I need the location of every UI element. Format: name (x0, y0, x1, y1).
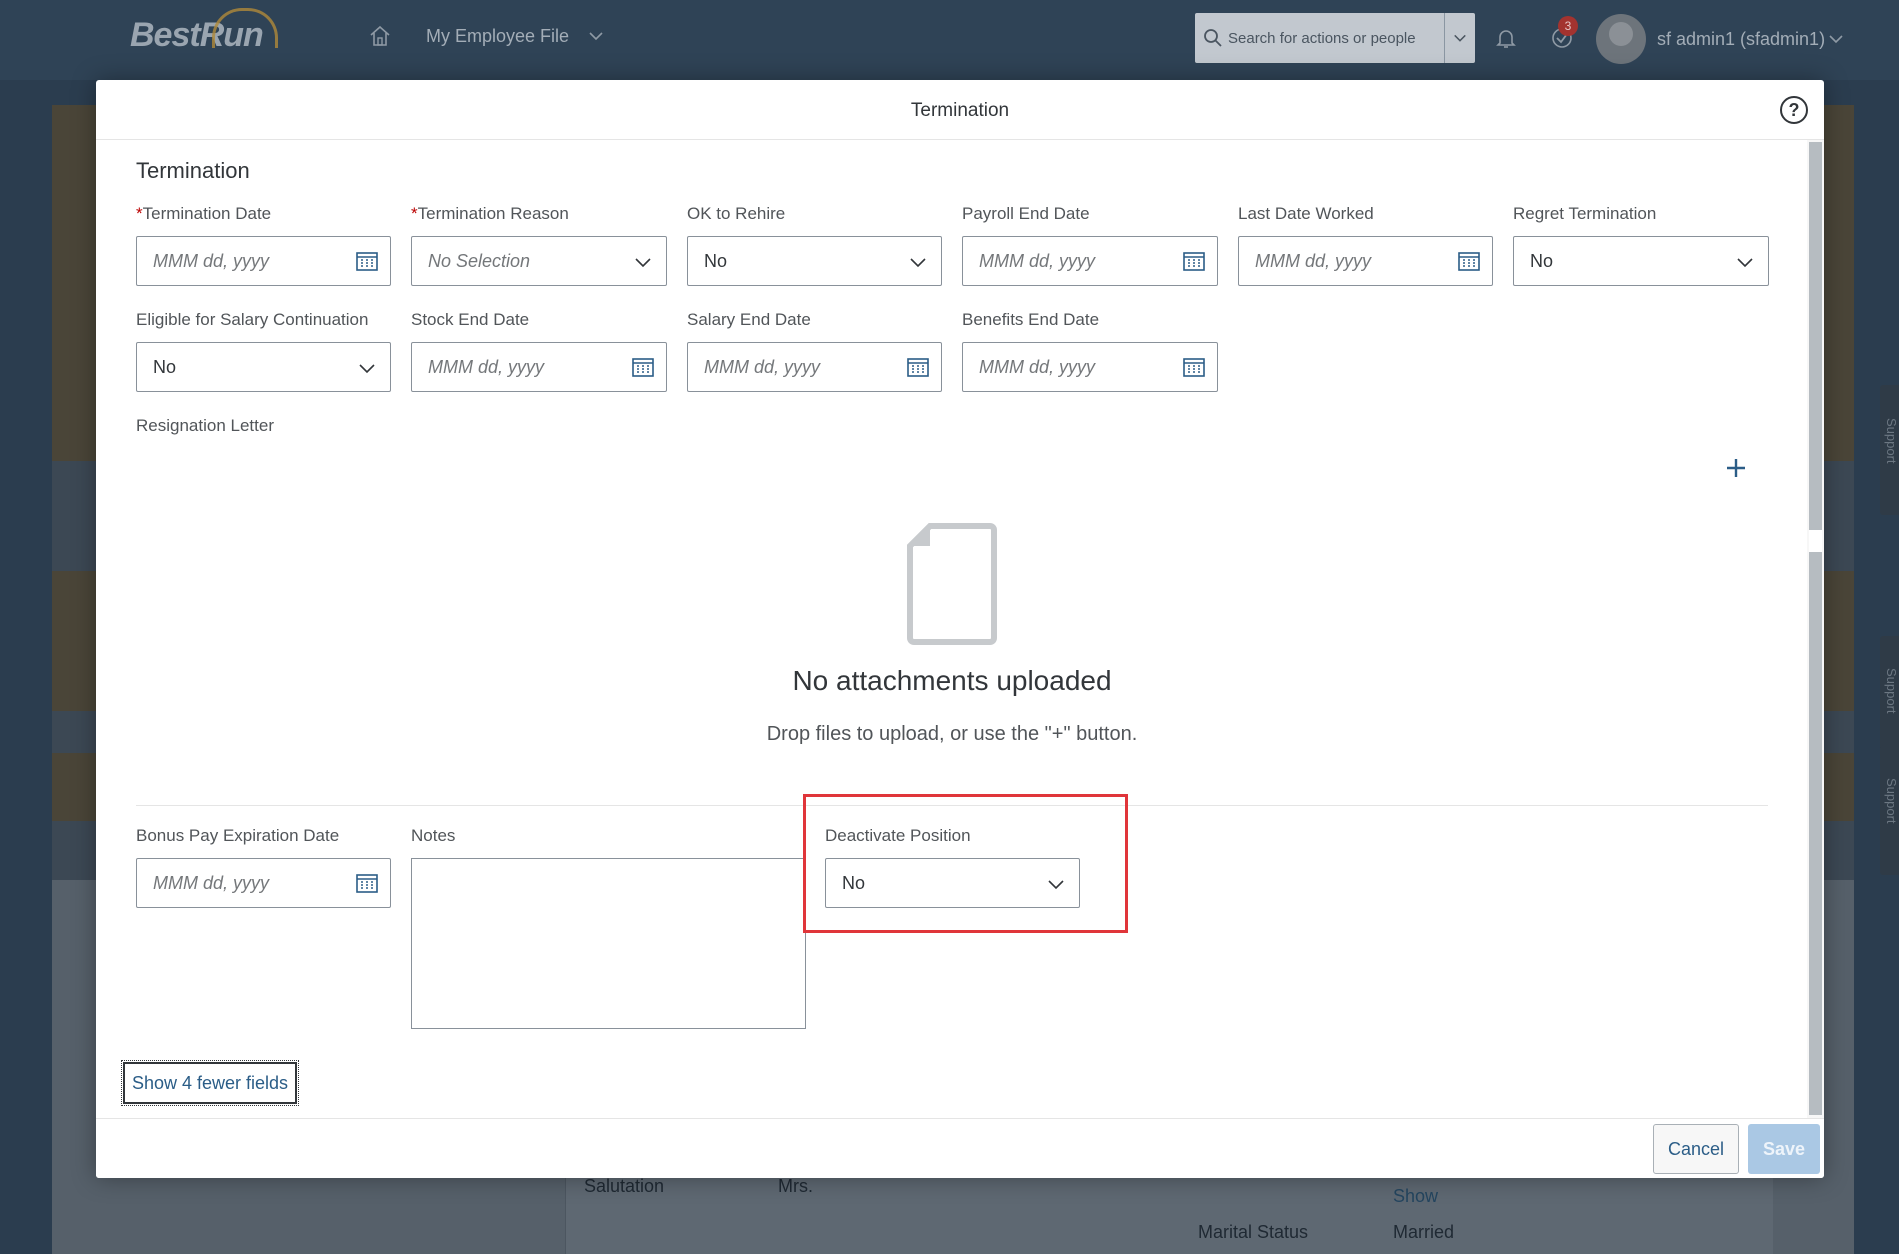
user-menu[interactable]: sf admin1 (sfadmin1) (1657, 29, 1825, 50)
benefits-end-date-field[interactable]: MMM dd, yyyy (962, 342, 1218, 392)
search-placeholder: Search for actions or people (1228, 30, 1416, 47)
calendar-icon[interactable] (1458, 251, 1480, 271)
chevron-down-icon (1454, 34, 1466, 42)
ok-to-rehire-label: OK to Rehire (687, 204, 786, 223)
ok-to-rehire-select[interactable]: No (687, 236, 942, 286)
termination-reason-select[interactable]: No Selection (411, 236, 667, 286)
help-button[interactable]: ? (1780, 96, 1808, 124)
nav-title-dropdown[interactable]: My Employee File (426, 26, 569, 47)
termination-date-label-text: Termination Date (142, 204, 272, 223)
calendar-icon[interactable] (632, 357, 654, 377)
ok-to-rehire-value: No (704, 251, 728, 271)
bonus-pay-expiration-date-label: Bonus Pay Expiration Date (136, 826, 340, 845)
scrollbar-thumb[interactable] (1809, 142, 1822, 1115)
shell-header: BestRun My Employee File Search for acti… (0, 0, 1899, 80)
no-attachments-title: No attachments uploaded (792, 665, 1112, 696)
calendar-icon[interactable] (1183, 251, 1205, 271)
chevron-down-icon[interactable] (358, 359, 376, 377)
benefits-end-date-placeholder: MMM dd, yyyy (979, 357, 1096, 377)
termination-date-placeholder: MMM dd, yyyy (153, 251, 270, 271)
salutation-value: Mrs. (778, 1176, 813, 1196)
eligible-salary-continuation-select[interactable]: No (136, 342, 391, 392)
termination-reason-value: No Selection (428, 251, 531, 271)
salutation-label: Salutation (584, 1176, 665, 1196)
section-title: Termination (136, 158, 250, 183)
dialog-footer (96, 1118, 1824, 1178)
show-fewer-fields-button[interactable]: Show 4 fewer fields (121, 1060, 299, 1106)
bonus-pay-expiration-date-field[interactable]: MMM dd, yyyy (136, 858, 391, 908)
search-scope-dropdown[interactable] (1444, 13, 1475, 63)
required-marker: * (136, 204, 143, 223)
marital-status-value: Married (1393, 1222, 1455, 1242)
termination-date-field[interactable]: MMM dd, yyyy (136, 236, 391, 286)
deactivate-position-select[interactable]: No (825, 858, 1080, 908)
home-icon[interactable] (368, 24, 392, 48)
chevron-down-icon[interactable] (1736, 253, 1754, 271)
eligible-salary-continuation-value: No (153, 357, 177, 377)
dialog-title: Termination (910, 100, 1010, 121)
salary-end-date-placeholder: MMM dd, yyyy (704, 357, 821, 377)
termination-date-label: *Termination Date (136, 204, 271, 224)
resignation-letter-label: Resignation Letter (136, 416, 274, 435)
calendar-icon[interactable] (356, 251, 378, 271)
termination-reason-label: *Termination Reason (411, 204, 569, 224)
stock-end-date-placeholder: MMM dd, yyyy (428, 357, 545, 377)
last-date-worked-placeholder: MMM dd, yyyy (1255, 251, 1372, 271)
deactivate-position-label: Deactivate Position (825, 826, 971, 845)
add-attachment-button[interactable] (1720, 452, 1752, 484)
save-button[interactable]: Save (1748, 1124, 1820, 1174)
chevron-down-icon[interactable] (588, 28, 604, 44)
chevron-down-icon[interactable] (634, 253, 652, 271)
support-tab-label: Support (1884, 778, 1899, 824)
last-date-worked-field[interactable]: MMM dd, yyyy (1238, 236, 1493, 286)
payroll-end-date-placeholder: MMM dd, yyyy (979, 251, 1096, 271)
calendar-icon[interactable] (1183, 357, 1205, 377)
scrollbar-gap (1809, 530, 1822, 552)
support-tab-label: Support (1884, 668, 1899, 714)
payroll-end-date-field[interactable]: MMM dd, yyyy (962, 236, 1218, 286)
chevron-down-icon[interactable] (909, 253, 927, 271)
bell-icon[interactable] (1494, 26, 1518, 50)
termination-dialog: Termination ? Termination *Termination D… (96, 80, 1824, 1178)
calendar-icon[interactable] (356, 873, 378, 893)
regret-termination-value: No (1530, 251, 1554, 271)
regret-termination-label: Regret Termination (1513, 204, 1657, 223)
notification-badge: 3 (1558, 16, 1578, 36)
no-attachments-subtitle: Drop files to upload, or use the "+" but… (766, 723, 1138, 745)
deactivate-position-value: No (842, 873, 866, 893)
required-marker: * (411, 204, 418, 223)
cancel-button[interactable]: Cancel (1653, 1124, 1739, 1174)
avatar[interactable] (1596, 14, 1646, 64)
show-link[interactable]: Show (1393, 1186, 1438, 1207)
chevron-down-icon[interactable] (1828, 31, 1844, 47)
chevron-down-icon[interactable] (1047, 875, 1065, 893)
marital-status-label: Marital Status (1198, 1222, 1309, 1242)
calendar-icon[interactable] (907, 357, 929, 377)
notes-textarea[interactable] (411, 858, 806, 1029)
document-icon (907, 523, 997, 645)
salary-end-date-label: Salary End Date (687, 310, 811, 329)
regret-termination-select[interactable]: No (1513, 236, 1769, 286)
stock-end-date-field[interactable]: MMM dd, yyyy (411, 342, 667, 392)
logo-cloud-icon (212, 8, 278, 48)
eligible-salary-continuation-label: Eligible for Salary Continuation (136, 310, 369, 329)
stock-end-date-label: Stock End Date (411, 310, 530, 329)
search-icon (1204, 29, 1222, 47)
last-date-worked-label: Last Date Worked (1238, 204, 1374, 223)
support-tab-label: Support (1884, 418, 1899, 464)
termination-reason-label-text: Termination Reason (417, 204, 569, 223)
payroll-end-date-label: Payroll End Date (962, 204, 1090, 223)
benefits-end-date-label: Benefits End Date (962, 310, 1100, 329)
salary-end-date-field[interactable]: MMM dd, yyyy (687, 342, 942, 392)
notes-label: Notes (411, 826, 456, 845)
dialog-header: Termination ? (96, 80, 1824, 140)
bonus-pay-expiration-date-placeholder: MMM dd, yyyy (153, 873, 270, 893)
